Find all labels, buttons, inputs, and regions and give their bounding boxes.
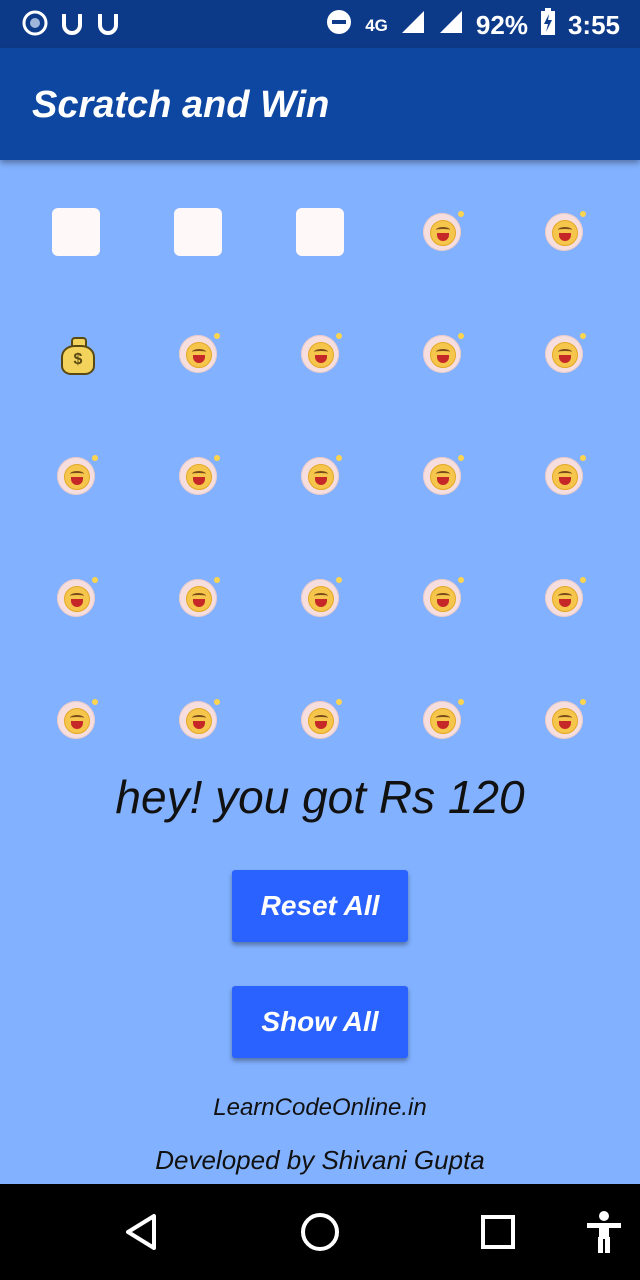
unscratched-card xyxy=(296,208,344,256)
sad-face-icon xyxy=(545,333,586,373)
record-icon xyxy=(22,10,48,41)
scratch-grid: $ xyxy=(0,160,640,780)
scratch-cell[interactable] xyxy=(168,446,228,506)
battery-percent: 92% xyxy=(475,10,528,40)
show-all-button[interactable]: Show All xyxy=(232,986,408,1058)
signal-icon xyxy=(400,9,426,42)
sad-face-icon xyxy=(545,699,586,739)
navigation-bar xyxy=(0,1184,640,1280)
scratch-cell[interactable] xyxy=(46,446,106,506)
unscratched-card xyxy=(174,208,222,256)
home-icon[interactable] xyxy=(296,1208,344,1256)
scratch-cell[interactable] xyxy=(534,568,594,628)
scratch-cell[interactable] xyxy=(46,568,106,628)
scratch-cell[interactable] xyxy=(412,690,472,750)
scratch-cell[interactable] xyxy=(534,446,594,506)
sad-face-icon xyxy=(301,577,342,617)
scratch-cell[interactable]: $ xyxy=(46,324,106,384)
site-link: LearnCodeOnline.in xyxy=(213,1094,427,1121)
scratch-cell[interactable] xyxy=(46,202,106,262)
sad-face-icon xyxy=(545,455,586,495)
sad-face-icon xyxy=(423,333,464,373)
scratch-cell[interactable] xyxy=(290,568,350,628)
scratch-cell[interactable] xyxy=(168,202,228,262)
sad-face-icon xyxy=(301,333,342,373)
scratch-cell[interactable] xyxy=(290,690,350,750)
scratch-cell[interactable] xyxy=(168,324,228,384)
developer-credit: Developed by Shivani Gupta xyxy=(155,1145,485,1175)
sad-face-icon xyxy=(545,211,586,251)
scratch-cell[interactable] xyxy=(534,324,594,384)
do-not-disturb-icon xyxy=(325,8,353,43)
sad-face-icon xyxy=(545,577,586,617)
result-message: hey! you got Rs 120 xyxy=(115,771,525,823)
sad-face-icon xyxy=(423,577,464,617)
u-icon xyxy=(60,10,84,41)
sad-face-icon xyxy=(423,455,464,495)
scratch-cell[interactable] xyxy=(290,202,350,262)
sad-face-icon xyxy=(423,699,464,739)
reset-all-button[interactable]: Reset All xyxy=(232,870,408,942)
sad-face-icon xyxy=(301,455,342,495)
sad-face-icon xyxy=(423,211,464,251)
battery-charging-icon xyxy=(540,8,556,43)
sad-face-icon xyxy=(179,577,220,617)
sad-face-icon xyxy=(179,699,220,739)
sad-face-icon xyxy=(57,455,98,495)
sad-face-icon xyxy=(57,577,98,617)
scratch-cell[interactable] xyxy=(168,690,228,750)
wifi-signal-icon xyxy=(438,9,464,42)
scratch-cell[interactable] xyxy=(534,690,594,750)
scratch-cell[interactable] xyxy=(412,202,472,262)
scratch-cell[interactable] xyxy=(412,324,472,384)
u-icon xyxy=(96,10,120,41)
money-bag-icon: $ xyxy=(59,335,95,375)
scratch-cell[interactable] xyxy=(412,568,472,628)
sad-face-icon xyxy=(179,333,220,373)
scratch-cell[interactable] xyxy=(412,446,472,506)
accessibility-icon[interactable] xyxy=(580,1208,628,1256)
scratch-cell[interactable] xyxy=(46,690,106,750)
unscratched-card xyxy=(52,208,100,256)
app-title: Scratch and Win xyxy=(32,84,330,126)
clock: 3:55 xyxy=(567,10,620,40)
app-bar: Scratch and Win xyxy=(0,48,640,160)
sad-face-icon xyxy=(301,699,342,739)
status-bar: 4G 92% 3:55 xyxy=(0,0,640,48)
back-icon[interactable] xyxy=(118,1208,166,1256)
scratch-cell[interactable] xyxy=(290,324,350,384)
recents-icon[interactable] xyxy=(474,1208,522,1256)
scratch-cell[interactable] xyxy=(534,202,594,262)
scratch-cell[interactable] xyxy=(168,568,228,628)
network-type: 4G xyxy=(365,15,388,35)
sad-face-icon xyxy=(57,699,98,739)
scratch-cell[interactable] xyxy=(290,446,350,506)
sad-face-icon xyxy=(179,455,220,495)
